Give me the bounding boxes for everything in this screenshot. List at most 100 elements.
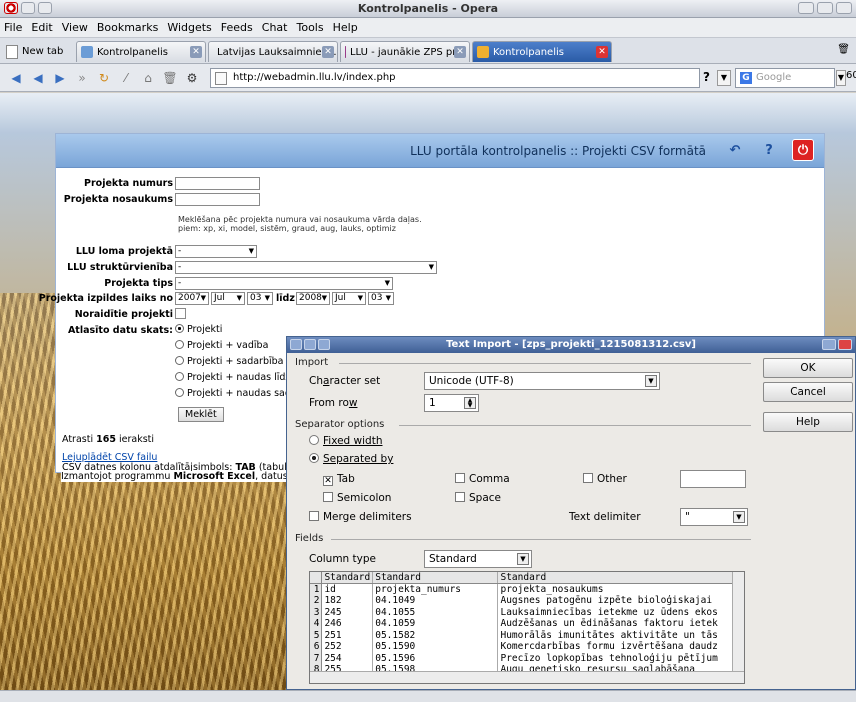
radio-projekti[interactable]: Projekti	[175, 324, 222, 335]
fast-forward-icon[interactable]: »	[74, 70, 90, 86]
dialog-minimize-icon[interactable]	[822, 339, 836, 350]
menu-file[interactable]: File	[4, 21, 22, 34]
year-to-select[interactable]: 2008 ▼	[296, 292, 330, 305]
llu-struktur-select[interactable]: - ▼	[175, 261, 437, 274]
dialog-menu-icon[interactable]	[290, 339, 302, 350]
other-input[interactable]	[680, 470, 746, 488]
grid-cell: 04.1059	[372, 618, 499, 630]
projekta-numurs-input[interactable]	[175, 177, 260, 190]
tab-llu-zps[interactable]: LLU - jaunākie ZPS pr... ✕	[340, 41, 470, 62]
column-header[interactable]: Standard	[372, 572, 499, 584]
help-question-icon[interactable]: ?	[758, 139, 780, 161]
merge-delimiters-checkbox[interactable]: Merge delimiters	[309, 511, 412, 523]
column-type-select[interactable]: Standard ▼	[424, 550, 532, 568]
grid-horizontal-scrollbar[interactable]	[310, 671, 744, 683]
tab-close-icon[interactable]: ✕	[190, 46, 202, 58]
power-icon[interactable]: ⏻	[792, 139, 814, 161]
semicolon-checkbox[interactable]: Semicolon	[323, 492, 391, 504]
day-to-select[interactable]: 03 ▼	[368, 292, 394, 305]
address-bar[interactable]: http://webadmin.llu.lv/index.php	[210, 68, 700, 88]
separated-by-radio[interactable]: Separated by	[309, 453, 393, 465]
space-checkbox[interactable]: Space	[455, 492, 501, 504]
projekta-tips-select[interactable]: - ▼	[175, 277, 393, 290]
from-row-spinner[interactable]: 1 ▲ ▼	[424, 394, 479, 412]
grid-cell: Precīzo lopkopības tehnoloģiju pētījum	[497, 652, 744, 664]
search-dropdown-icon[interactable]: ▼	[836, 70, 846, 86]
spinner-value: 1	[429, 397, 436, 409]
menu-view[interactable]: View	[62, 21, 88, 34]
radio-naudas-sadal[interactable]: Projekti + naudas sadal	[175, 388, 299, 399]
radio-vadiba[interactable]: Projekti + vadība	[175, 340, 268, 351]
minimize-icon[interactable]	[798, 2, 814, 14]
back-icon[interactable]: ◀	[8, 70, 24, 86]
window-title: Kontrolpanelis - Opera	[357, 2, 499, 15]
trash-can-icon[interactable]: 🗑	[162, 70, 178, 86]
menu-feeds[interactable]: Feeds	[221, 21, 253, 34]
selected-value: 2007	[178, 293, 201, 303]
search-button[interactable]: Meklēt	[178, 407, 224, 422]
column-header[interactable]: Standard	[497, 572, 744, 584]
fixed-width-radio[interactable]: Fixed width	[309, 435, 383, 447]
grid-cell: Komercdarbības formu izvērtēšana daudz	[497, 641, 744, 653]
close-window-icon[interactable]	[836, 2, 852, 14]
home-icon[interactable]: ⌂	[140, 70, 156, 86]
menu-help[interactable]: Help	[333, 21, 358, 34]
trash-icon[interactable]: 🗑	[837, 44, 850, 55]
binoculars-icon[interactable]: 60	[846, 70, 856, 81]
menu-tools[interactable]: Tools	[296, 21, 323, 34]
tab-checkbox[interactable]: ✕ Tab	[323, 473, 355, 486]
forward-icon[interactable]: ▶	[52, 70, 68, 86]
tab-kontrolpanelis-active[interactable]: Kontrolpanelis ✕	[472, 41, 612, 62]
menu-widgets[interactable]: Widgets	[167, 21, 211, 34]
year-from-select[interactable]: 2007 ▼	[175, 292, 209, 305]
noraiditie-checkbox[interactable]	[175, 308, 186, 319]
search-input[interactable]: G Google	[735, 68, 835, 88]
wand-icon[interactable]: ⁄	[118, 70, 134, 86]
month-from-select[interactable]: Jul ▼	[211, 292, 245, 305]
day-from-select[interactable]: 03 ▼	[247, 292, 273, 305]
table-row: 7 254 05.1596 Precīzo lopkopības tehnoloģij…	[310, 652, 744, 664]
dialog-pin-icon[interactable]	[304, 339, 316, 350]
new-tab-icon	[6, 44, 18, 59]
status-bar	[0, 690, 856, 702]
help-icon[interactable]: ?	[703, 70, 710, 84]
comma-checkbox[interactable]: Comma	[455, 473, 510, 485]
dialog-close-icon[interactable]	[838, 339, 852, 350]
dropdown-icon: ▼	[357, 294, 363, 302]
settings-icon[interactable]: ⚙	[184, 70, 200, 86]
new-tab-button[interactable]: New tab	[2, 41, 67, 62]
tab-close-icon[interactable]: ✕	[454, 46, 466, 58]
projekta-nosaukums-input[interactable]	[175, 193, 260, 206]
radio-sadarbiba[interactable]: Projekti + sadarbība	[175, 356, 283, 367]
column-header[interactable]: Standard	[321, 572, 374, 584]
import-section: Import	[295, 357, 755, 368]
found-prefix: Atrasti	[62, 434, 97, 445]
text-delimiter-select[interactable]: " ▼	[680, 508, 748, 526]
cancel-button[interactable]: Cancel	[763, 382, 853, 402]
back-dropdown-icon[interactable]: ◀	[30, 70, 46, 86]
section-title: Import	[295, 357, 329, 368]
month-to-select[interactable]: Jul ▼	[332, 292, 366, 305]
projekta-tips-label: Projekta tips	[104, 278, 173, 289]
menu-edit[interactable]: Edit	[31, 21, 52, 34]
reload-icon[interactable]: ↻	[96, 70, 112, 86]
tab-close-icon[interactable]: ✕	[322, 46, 334, 58]
charset-select[interactable]: Unicode (UTF-8) ▼	[424, 372, 660, 390]
other-checkbox[interactable]: Other	[583, 473, 627, 485]
preview-grid[interactable]: Standard Standard Standard 1 id projekta_n…	[309, 571, 745, 684]
help-button[interactable]: Help	[763, 412, 853, 432]
menu-bookmarks[interactable]: Bookmarks	[97, 21, 158, 34]
radio-naudas-lidzda[interactable]: Projekti + naudas līdzda	[175, 372, 302, 383]
llu-loma-select[interactable]: - ▼	[175, 245, 257, 258]
tab-label: Latvijas Lauksaimniec...	[217, 46, 337, 58]
menu-chat[interactable]: Chat	[262, 21, 288, 34]
tab-latvijas-lauksaimniec[interactable]: Latvijas Lauksaimniec... ✕	[208, 41, 338, 62]
maximize-icon[interactable]	[817, 2, 833, 14]
ok-button[interactable]: OK	[763, 358, 853, 378]
address-dropdown-icon[interactable]: ▼	[717, 70, 731, 86]
tab-kontrolpanelis-1[interactable]: Kontrolpanelis ✕	[76, 41, 206, 62]
grid-vertical-scrollbar[interactable]	[732, 572, 744, 672]
tab-close-icon[interactable]: ✕	[596, 46, 608, 58]
dialog-shade-icon[interactable]	[318, 339, 330, 350]
back-arrow-icon[interactable]: ↶	[724, 139, 746, 161]
